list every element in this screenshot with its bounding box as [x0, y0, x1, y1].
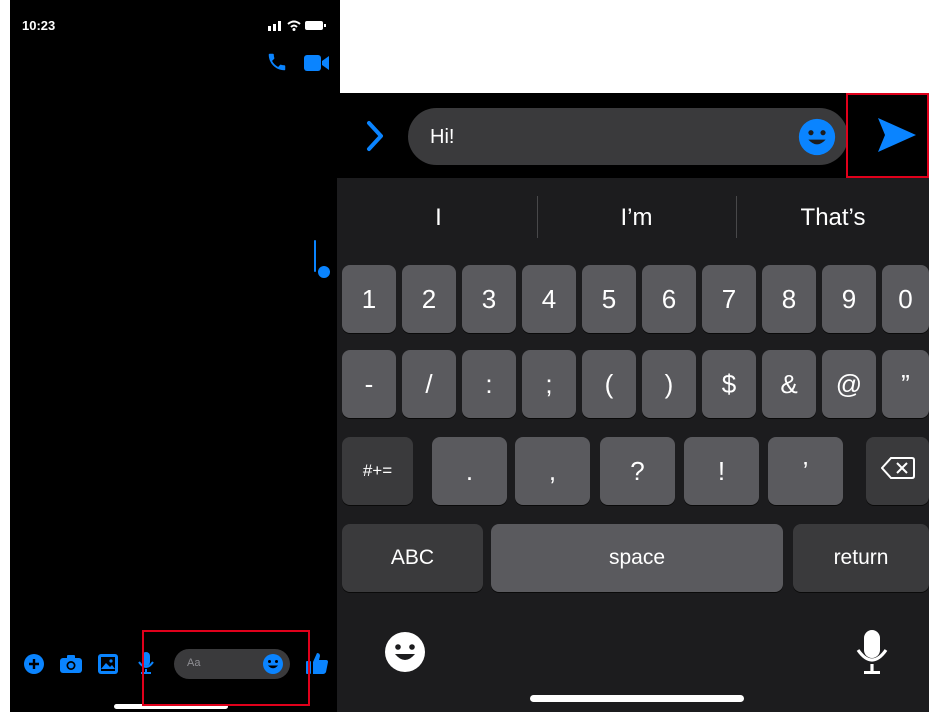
- key-hyphen[interactable]: -: [342, 350, 396, 418]
- key-at[interactable]: @: [822, 350, 876, 418]
- suggestion-1[interactable]: I: [340, 204, 537, 232]
- emoji-keyboard-icon[interactable]: [383, 630, 427, 679]
- status-time: 10:23: [22, 18, 56, 33]
- key-colon[interactable]: :: [462, 350, 516, 418]
- key-8[interactable]: 8: [762, 265, 816, 333]
- gallery-icon[interactable]: [97, 653, 119, 680]
- space-key[interactable]: space: [491, 524, 783, 592]
- key-9[interactable]: 9: [822, 265, 876, 333]
- dictation-icon[interactable]: [856, 628, 888, 681]
- camera-icon[interactable]: [59, 654, 83, 679]
- seen-check-icon: [318, 266, 330, 278]
- key-6[interactable]: 6: [642, 265, 696, 333]
- plus-icon[interactable]: [23, 653, 45, 680]
- abc-key[interactable]: ABC: [342, 524, 483, 592]
- status-icons: [268, 18, 328, 35]
- key-4[interactable]: 4: [522, 265, 576, 333]
- key-5[interactable]: 5: [582, 265, 636, 333]
- highlight-compose-box: [142, 630, 310, 706]
- key-close-paren[interactable]: ): [642, 350, 696, 418]
- key-2[interactable]: 2: [402, 265, 456, 333]
- key-semicolon[interactable]: ;: [522, 350, 576, 418]
- return-key[interactable]: return: [793, 524, 929, 592]
- key-question[interactable]: ?: [600, 437, 675, 505]
- suggestion-2[interactable]: I’m: [538, 204, 735, 232]
- key-1[interactable]: 1: [342, 265, 396, 333]
- message-bubble-edge: [314, 240, 316, 272]
- key-slash[interactable]: /: [402, 350, 456, 418]
- key-comma[interactable]: ,: [515, 437, 590, 505]
- phone-icon[interactable]: [266, 51, 288, 78]
- backspace-icon: [880, 456, 915, 487]
- key-0[interactable]: 0: [882, 265, 929, 333]
- message-input-text: Hi!: [430, 126, 455, 148]
- video-icon[interactable]: [304, 54, 330, 77]
- key-period[interactable]: .: [432, 437, 507, 505]
- key-exclamation[interactable]: !: [684, 437, 759, 505]
- key-apostrophe[interactable]: ’: [768, 437, 843, 505]
- suggestion-3[interactable]: That’s: [737, 204, 929, 232]
- chevron-right-icon[interactable]: [365, 120, 385, 157]
- messenger-screen-left: [10, 0, 340, 712]
- emoji-icon[interactable]: [798, 118, 836, 161]
- home-indicator-right: [530, 695, 744, 702]
- highlight-send-button: [846, 93, 929, 178]
- key-7[interactable]: 7: [702, 265, 756, 333]
- key-3[interactable]: 3: [462, 265, 516, 333]
- key-quote[interactable]: ”: [882, 350, 929, 418]
- key-symbols-mode[interactable]: #+=: [342, 437, 413, 505]
- backspace-key[interactable]: [866, 437, 929, 505]
- key-dollar[interactable]: $: [702, 350, 756, 418]
- message-input-right[interactable]: Hi!: [408, 108, 848, 165]
- key-ampersand[interactable]: &: [762, 350, 816, 418]
- key-open-paren[interactable]: (: [582, 350, 636, 418]
